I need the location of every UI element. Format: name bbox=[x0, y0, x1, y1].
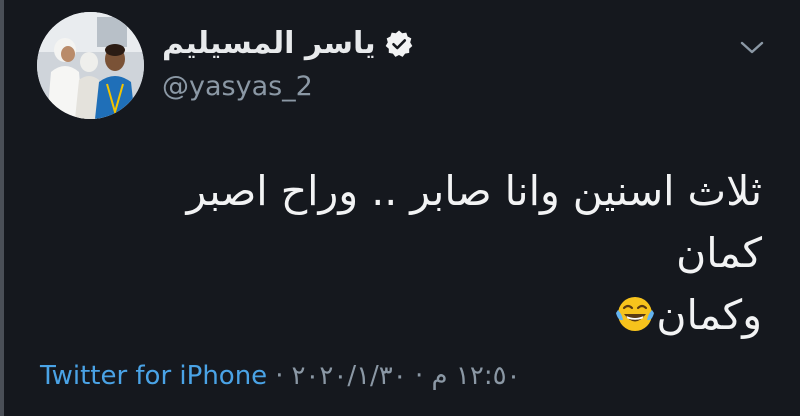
display-name[interactable]: ياسر المسيليم bbox=[162, 24, 376, 64]
verified-badge-icon bbox=[385, 30, 412, 57]
author-name-row: ياسر المسيليم bbox=[162, 24, 414, 64]
chevron-down-icon[interactable] bbox=[738, 38, 766, 58]
avatar[interactable] bbox=[37, 12, 144, 119]
timestamp[interactable]: ١٢:٥٠ م · ٢٠٢٠/١/٣٠ bbox=[291, 356, 520, 396]
tweet-text-line: وكمان bbox=[122, 284, 762, 346]
meta-separator: · bbox=[275, 361, 284, 391]
profile-photo-icon bbox=[37, 12, 144, 119]
face-with-tears-of-joy-icon bbox=[616, 297, 655, 331]
author-handle[interactable]: @yasyas_2 bbox=[162, 70, 313, 104]
tweet-meta: Twitter for iPhone · ١٢:٥٠ م · ٢٠٢٠/١/٣٠ bbox=[40, 356, 521, 396]
tweet-text-line: ثلاث اسنين وانا صابر .. وراح اصبر كمان bbox=[186, 167, 762, 277]
tweet-text: ثلاث اسنين وانا صابر .. وراح اصبر كمان و… bbox=[122, 160, 762, 346]
tweet-text-line-2: وكمان bbox=[656, 291, 762, 339]
tweet-card: ياسر المسيليم @yasyas_2 ثلاث اسنين وانا … bbox=[0, 0, 800, 416]
source-link[interactable]: Twitter for iPhone bbox=[40, 356, 267, 396]
